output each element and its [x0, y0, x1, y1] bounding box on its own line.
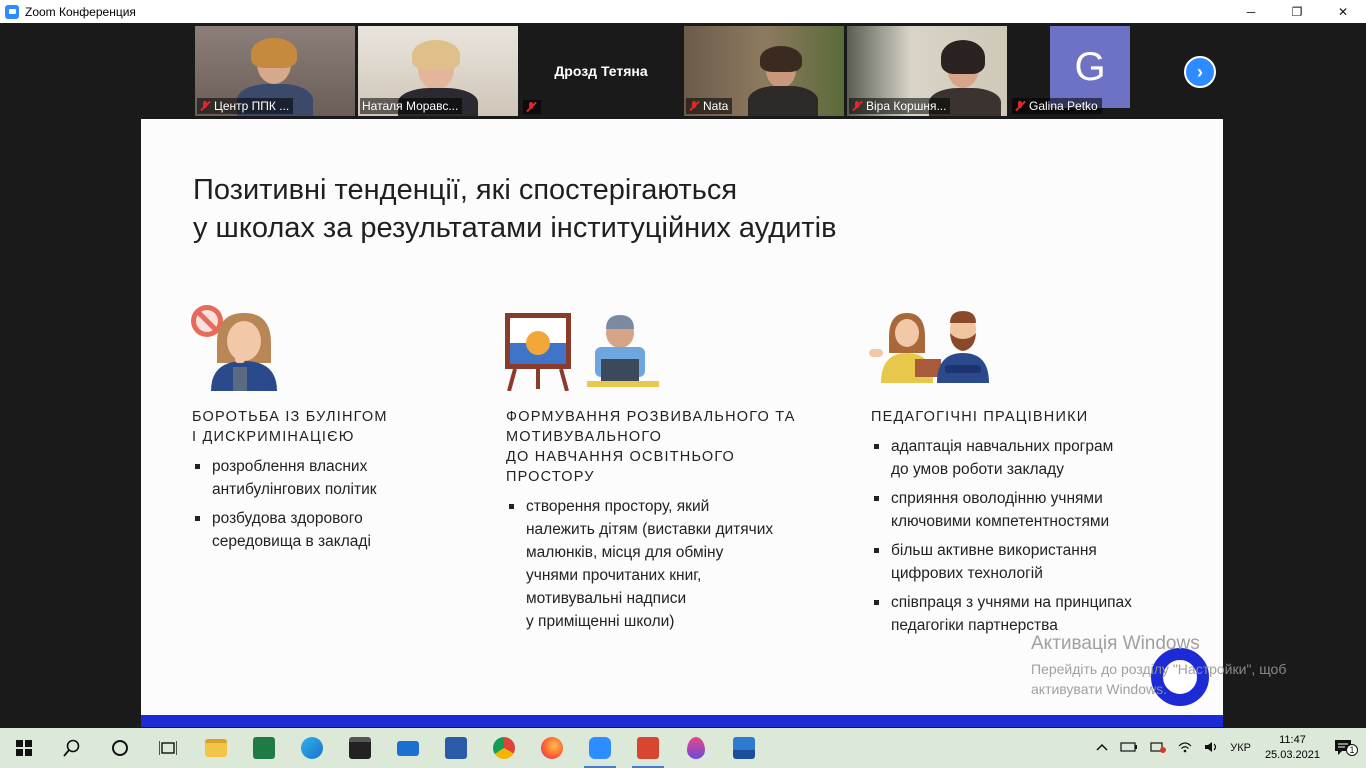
- mic-off-icon: [688, 100, 700, 112]
- battery-icon: [1120, 741, 1138, 752]
- list-item: адаптація навчальних програм до умов робо…: [871, 435, 1191, 481]
- clock-date: 25.03.2021: [1264, 749, 1320, 761]
- zoom-icon: [589, 737, 611, 759]
- speaker-icon: [1205, 741, 1217, 752]
- cortana-icon: [112, 740, 128, 756]
- participant-name: Nata: [703, 99, 729, 113]
- action-center-button[interactable]: 1: [1328, 739, 1366, 758]
- learning-space-illustration: [505, 313, 659, 391]
- cortana-button[interactable]: [96, 728, 144, 768]
- anti-bullying-illustration: [191, 305, 277, 391]
- chrome-button[interactable]: [480, 728, 528, 768]
- wifi-icon: [1178, 741, 1192, 752]
- taskbar-clock[interactable]: 11:47 25.03.2021: [1257, 733, 1328, 763]
- network-icon: [1150, 741, 1167, 753]
- participant-tile[interactable]: G Galina Petko: [1010, 26, 1170, 116]
- participant-name: Віра Коршня...: [866, 99, 947, 113]
- slide-footer-bar: [141, 715, 1223, 727]
- folder-icon: [205, 739, 227, 757]
- list-item: розроблення власних антибулінгових політи…: [192, 455, 482, 501]
- column-teachers: ПЕДАГОГІЧНІ ПРАЦІВНИКИ адаптація навчаль…: [871, 407, 1191, 643]
- column-heading: БОРОТЬБА ІЗ БУЛІНГОМ І ДИСКРИМІНАЦІЄЮ: [192, 409, 388, 445]
- column-anti-bullying: БОРОТЬБА ІЗ БУЛІНГОМ І ДИСКРИМІНАЦІЄЮ ро…: [192, 407, 482, 559]
- wifi-status[interactable]: [1172, 741, 1198, 756]
- show-hidden-icons-button[interactable]: [1090, 742, 1114, 754]
- volume-control[interactable]: [1198, 741, 1224, 756]
- list-item: сприяння оволодінню учнями ключовими комп…: [871, 487, 1191, 533]
- zoom-app-icon: [5, 4, 19, 19]
- participants-strip: Центр ППК ... Наталя Моравс... Дрозд Тет…: [0, 23, 1366, 119]
- bullet-list: створення простору, який належить дітям …: [506, 495, 836, 633]
- windows-activation-watermark: Активація Windows Перейдіть до розділу "…: [1031, 633, 1287, 697]
- task-view-button[interactable]: [144, 728, 192, 768]
- slide-title: Позитивні тенденції, які спостерігаються…: [193, 174, 837, 244]
- presentation-icon: [637, 737, 659, 759]
- chrome-icon: [493, 737, 515, 759]
- participant-name-label: Дрозд Тетяна: [554, 63, 648, 79]
- excel-button[interactable]: [240, 728, 288, 768]
- battery-status[interactable]: [1114, 741, 1144, 755]
- photos-button[interactable]: [720, 728, 768, 768]
- search-button[interactable]: [48, 728, 96, 768]
- mic-off-icon: [1014, 100, 1026, 112]
- edge-icon: [301, 737, 323, 759]
- column-heading: ФОРМУВАННЯ РОЗВИВАЛЬНОГО ТА МОТИВУВАЛЬНО…: [506, 409, 796, 485]
- file-explorer-button[interactable]: [192, 728, 240, 768]
- windows-logo-icon: [16, 740, 32, 756]
- start-button[interactable]: [0, 728, 48, 768]
- participant-tile[interactable]: Nata: [684, 26, 844, 116]
- window-controls: ─ ❐ ✕: [1228, 0, 1366, 23]
- system-tray: УКР 11:47 25.03.2021 1: [1090, 728, 1366, 768]
- mic-off-icon: [851, 100, 863, 112]
- network-status[interactable]: [1144, 741, 1172, 756]
- minimize-button[interactable]: ─: [1228, 0, 1274, 23]
- column-heading: ПЕДАГОГІЧНІ ПРАЦІВНИКИ: [871, 409, 1089, 425]
- task-view-icon: [159, 741, 177, 755]
- mic-off-icon: [199, 100, 211, 112]
- firefox-icon: [541, 737, 563, 759]
- participant-tile[interactable]: Віра Коршня...: [847, 26, 1007, 116]
- presentation-taskbar-button[interactable]: [624, 728, 672, 768]
- drop-app-button[interactable]: [672, 728, 720, 768]
- list-item: більш активне використання цифрових техно…: [871, 539, 1191, 585]
- photos-icon: [733, 737, 755, 759]
- bullet-list: розроблення власних антибулінгових політи…: [192, 455, 482, 553]
- language-indicator[interactable]: УКР: [1224, 742, 1257, 754]
- windows-taskbar: УКР 11:47 25.03.2021 1: [0, 728, 1366, 768]
- clock-time: 11:47: [1279, 734, 1306, 746]
- list-item: співпраця з учнями на принципах педагогік…: [871, 591, 1191, 637]
- list-item: розбудова здорового середовища в закладі: [192, 507, 482, 553]
- restore-button[interactable]: ❐: [1274, 0, 1320, 23]
- list-item: створення простору, який належить дітям …: [506, 495, 836, 633]
- mic-off-icon: [525, 101, 537, 113]
- participant-name: Центр ППК ...: [214, 99, 290, 113]
- participant-name: Наталя Моравс...: [362, 99, 459, 113]
- word-icon: [445, 737, 467, 759]
- notification-count-badge: 1: [1346, 743, 1358, 756]
- close-button[interactable]: ✕: [1320, 0, 1366, 23]
- mail-icon: [397, 740, 419, 756]
- store-bag-icon: [349, 737, 371, 759]
- participant-avatar: G: [1050, 26, 1130, 108]
- column-learning-space: ФОРМУВАННЯ РОЗВИВАЛЬНОГО ТА МОТИВУВАЛЬНО…: [506, 407, 836, 639]
- zoom-taskbar-button[interactable]: [576, 728, 624, 768]
- window-titlebar: Zoom Конференция ─ ❐ ✕: [0, 0, 1366, 23]
- participant-tile[interactable]: Центр ППК ...: [195, 26, 355, 116]
- firefox-button[interactable]: [528, 728, 576, 768]
- mail-button[interactable]: [384, 728, 432, 768]
- excel-icon: [253, 737, 275, 759]
- edge-button[interactable]: [288, 728, 336, 768]
- store-button[interactable]: [336, 728, 384, 768]
- search-icon: [63, 739, 80, 757]
- next-participants-button[interactable]: ›: [1184, 56, 1216, 88]
- teachers-illustration: [869, 311, 989, 383]
- drop-icon: [687, 737, 705, 759]
- participant-tile-active-speaker[interactable]: Наталя Моравс...: [358, 26, 518, 116]
- word-button[interactable]: [432, 728, 480, 768]
- participant-name: Galina Petko: [1029, 99, 1098, 113]
- participant-tile[interactable]: Дрозд Тетяна: [521, 26, 681, 116]
- window-title: Zoom Конференция: [25, 4, 136, 19]
- bullet-list: адаптація навчальних програм до умов робо…: [871, 435, 1191, 637]
- chevron-up-icon: [1096, 743, 1108, 751]
